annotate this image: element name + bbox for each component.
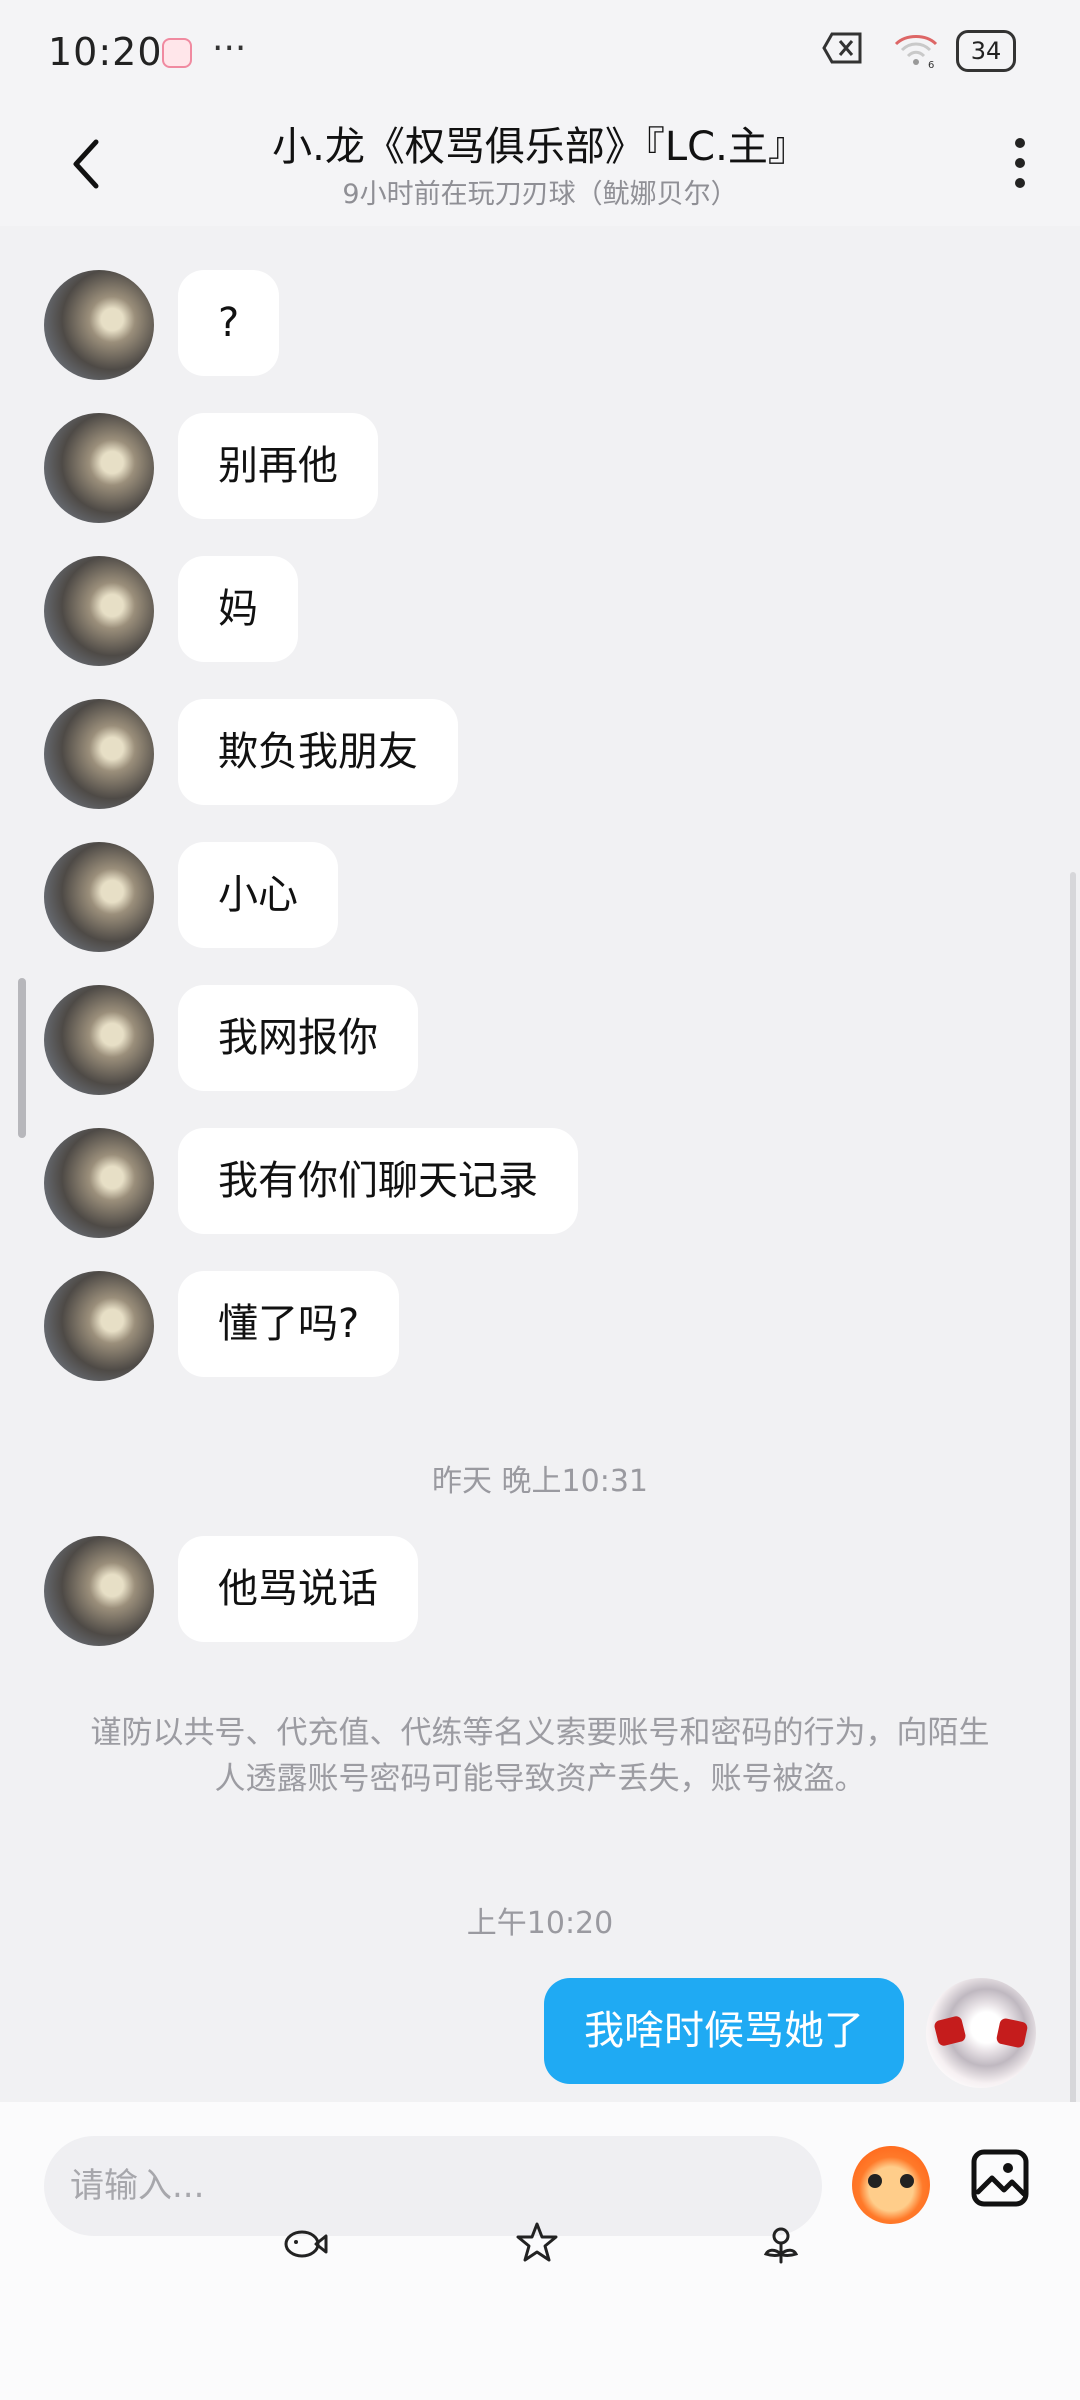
chat-title[interactable]: 小.龙《权骂俱乐部》『LC.主』 bbox=[0, 114, 1080, 172]
contact-avatar[interactable] bbox=[44, 1536, 154, 1646]
contact-avatar[interactable] bbox=[44, 1271, 154, 1381]
message-row: 妈 bbox=[0, 556, 1080, 666]
message-bubble[interactable]: 欺负我朋友 bbox=[178, 699, 458, 805]
message-input[interactable]: 请输入... bbox=[44, 2136, 822, 2236]
chat-subtitle: 9小时前在玩刀刃球（鱿娜贝尔） bbox=[342, 179, 738, 210]
message-row: 小心 bbox=[0, 842, 1080, 952]
timestamp-label: 上午10:20 bbox=[466, 1906, 614, 1941]
dot bbox=[1015, 138, 1025, 148]
chat-message-list[interactable]: ? 别再他 妈 欺负我朋友 小心 我网报你 我有你们聊天记录 懂了吗? 昨天 晚… bbox=[0, 226, 1080, 2322]
star-icon[interactable] bbox=[514, 2220, 560, 2266]
chat-header: 小.龙《权骂俱乐部》『LC.主』 9小时前在玩刀刃球（鱿娜贝尔） bbox=[0, 108, 1080, 226]
message-bubble[interactable]: 懂了吗? bbox=[178, 1271, 400, 1377]
dot bbox=[1015, 178, 1025, 188]
contact-avatar[interactable] bbox=[44, 699, 154, 809]
contact-avatar[interactable] bbox=[44, 413, 154, 523]
wifi-icon: 6 bbox=[894, 35, 938, 70]
message-bubble[interactable]: 别再他 bbox=[178, 413, 378, 519]
message-row: 懂了吗? bbox=[0, 1271, 1080, 1381]
more-vertical-icon[interactable] bbox=[1008, 132, 1032, 196]
message-bubble[interactable]: 妈 bbox=[178, 556, 298, 662]
app-notification-icon bbox=[162, 38, 192, 68]
message-row: 别再他 bbox=[0, 413, 1080, 523]
contact-avatar[interactable] bbox=[44, 842, 154, 952]
emoji-icon[interactable] bbox=[852, 2146, 930, 2224]
flower-icon[interactable] bbox=[758, 2220, 804, 2266]
message-bubble[interactable]: 小心 bbox=[178, 842, 338, 948]
dot bbox=[1015, 158, 1025, 168]
status-bar: 10:20 ··· 6 34 bbox=[0, 0, 1080, 108]
message-bubble[interactable]: ? bbox=[178, 270, 280, 376]
my-avatar[interactable] bbox=[926, 1978, 1036, 2088]
my-message-row: 我啥时候骂她了 bbox=[0, 1978, 1080, 2088]
contact-avatar[interactable] bbox=[44, 556, 154, 666]
contact-avatar[interactable] bbox=[44, 1128, 154, 1238]
status-time: 10:20 bbox=[48, 30, 163, 74]
contact-avatar[interactable] bbox=[44, 985, 154, 1095]
message-row: 我有你们聊天记录 bbox=[0, 1128, 1080, 1238]
timestamp-label: 昨天 晚上10:31 bbox=[432, 1464, 648, 1499]
my-message-bubble[interactable]: 我啥时候骂她了 bbox=[544, 1978, 904, 2084]
contact-avatar[interactable] bbox=[44, 270, 154, 380]
wifi-subscript: 6 bbox=[928, 60, 934, 70]
status-more-icon: ··· bbox=[212, 28, 247, 69]
message-bubble[interactable]: 我有你们聊天记录 bbox=[178, 1128, 578, 1234]
message-row: 欺负我朋友 bbox=[0, 699, 1080, 809]
no-sim-icon bbox=[822, 32, 862, 64]
security-notice: 谨防以共号、代充值、代练等名义索要账号和密码的行为，向陌生人透露账号密码可能导致… bbox=[90, 1715, 990, 1797]
message-row: 我网报你 bbox=[0, 985, 1080, 1095]
image-icon[interactable] bbox=[968, 2146, 1032, 2210]
message-bubble[interactable]: 我网报你 bbox=[178, 985, 418, 1091]
battery-indicator: 34 bbox=[956, 30, 1016, 72]
message-bubble[interactable]: 他骂说话 bbox=[178, 1536, 418, 1642]
message-row: ? bbox=[0, 270, 1080, 380]
fish-sticker-icon[interactable] bbox=[282, 2220, 328, 2266]
message-row: 他骂说话 bbox=[0, 1536, 1080, 1646]
